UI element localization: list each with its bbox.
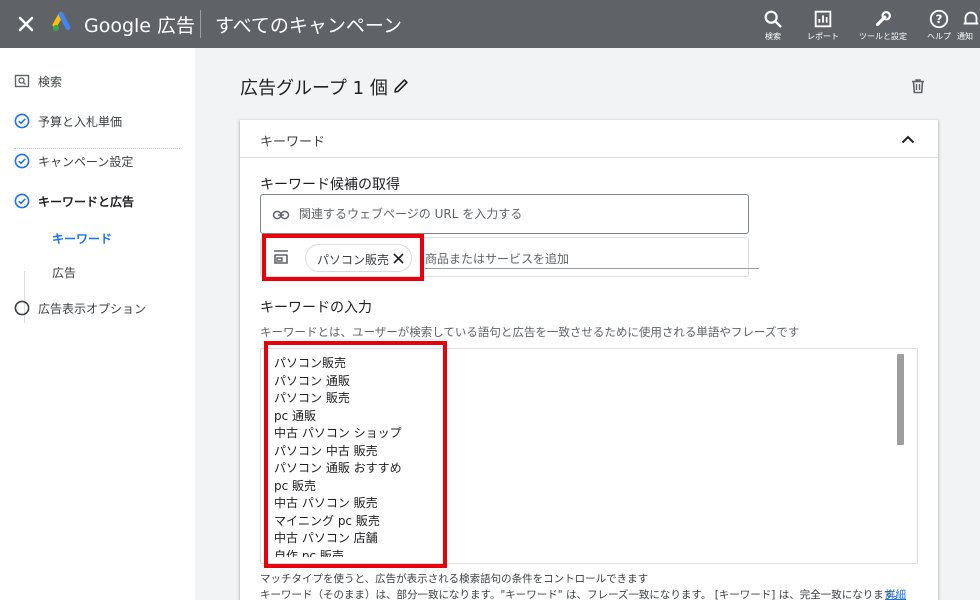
close-icon[interactable] xyxy=(14,12,38,36)
url-input[interactable] xyxy=(299,203,739,225)
sidebar-search-label: 検索 xyxy=(38,75,63,89)
detail-link[interactable]: 詳細 xyxy=(885,587,906,600)
sidebar-search[interactable]: 検索 xyxy=(0,66,195,96)
search-box-icon xyxy=(14,74,30,88)
check-circle-icon xyxy=(14,113,30,129)
url-field[interactable] xyxy=(260,194,749,234)
sidebar-item-budget[interactable]: 予算と入札単価 xyxy=(0,106,195,136)
textarea-scrollbar[interactable] xyxy=(897,354,904,445)
card-title: キーワード xyxy=(260,135,326,150)
topbar-divider xyxy=(200,10,201,38)
sidebar-sub-item-keywords[interactable]: キーワード xyxy=(52,230,112,247)
tools-settings-label: ツールと設定 xyxy=(859,32,907,41)
sidebar-item-label: キーワードと広告 xyxy=(38,195,135,209)
sidebar-item-label: キャンペーン設定 xyxy=(38,155,134,169)
pencil-icon[interactable] xyxy=(392,77,410,95)
sidebar-item-campaign-settings[interactable]: キャンペーン設定 xyxy=(0,146,195,176)
notifications-button[interactable]: 通知 xyxy=(957,6,980,48)
sidebar: 検索 予算と入札単価 キャンペーン設定 キーワードと広告 キーワード 広告 広告… xyxy=(0,48,195,600)
report-tool-label: レポート xyxy=(807,32,839,41)
sidebar-item-extensions[interactable]: 広告表示オプション xyxy=(0,293,195,323)
keywords-card: キーワード キーワード候補の取得 パソコン販売 キーワードの入力 キーワードとは… xyxy=(240,120,938,600)
search-tool-label: 検索 xyxy=(765,32,781,41)
help-icon: ? xyxy=(929,9,949,29)
tools-settings-button[interactable]: ツールと設定 xyxy=(858,6,908,48)
google-ads-logo-icon xyxy=(52,12,71,31)
link-icon xyxy=(272,210,290,220)
product-input[interactable] xyxy=(425,248,725,270)
search-tool-button[interactable]: 検索 xyxy=(748,6,798,48)
notifications-label: 通知 xyxy=(957,32,973,41)
search-icon xyxy=(764,10,782,28)
keyword-input-label: キーワードの入力 xyxy=(260,300,372,316)
top-app-bar: Google 広告 すべてのキャンペーン 検索 レポート ツールと設定 ? ヘル… xyxy=(0,0,980,48)
check-circle-icon xyxy=(14,153,30,169)
sidebar-item-keywords-ads[interactable]: キーワードと広告 xyxy=(0,186,195,216)
chevron-up-icon[interactable] xyxy=(899,131,917,149)
page-title: すべてのキャンペーン xyxy=(215,15,402,37)
keyword-candidates-label: キーワード候補の取得 xyxy=(260,177,400,193)
sidebar-item-label: 予算と入札単価 xyxy=(38,115,123,129)
highlight-box xyxy=(264,341,447,568)
card-header[interactable]: キーワード xyxy=(240,120,938,158)
trash-icon[interactable] xyxy=(909,77,927,95)
match-type-explanation: キーワード（そのまま）は、部分一致になります。"キーワード" は、フレーズ一致に… xyxy=(260,589,904,600)
wrench-icon xyxy=(875,11,891,27)
empty-circle-icon xyxy=(14,300,30,316)
sidebar-item-label: 広告表示オプション xyxy=(38,302,147,316)
svg-text:?: ? xyxy=(936,12,943,26)
sidebar-sub-item-ads[interactable]: 広告 xyxy=(52,264,76,281)
match-type-note: マッチタイプを使うと、広告が表示される検索語句の条件をコントロールできます xyxy=(260,573,649,585)
keyword-description: キーワードとは、ユーザーが検索している語句と広告を一致させるために使用される単語… xyxy=(260,325,800,339)
report-tool-button[interactable]: レポート xyxy=(798,6,848,48)
check-circle-icon xyxy=(14,193,30,209)
bell-icon xyxy=(963,11,979,25)
report-icon xyxy=(814,10,832,28)
highlight-box xyxy=(262,234,424,281)
brand-name: Google 広告 xyxy=(84,15,196,37)
ad-group-title: 広告グループ 1 個 xyxy=(240,78,388,99)
